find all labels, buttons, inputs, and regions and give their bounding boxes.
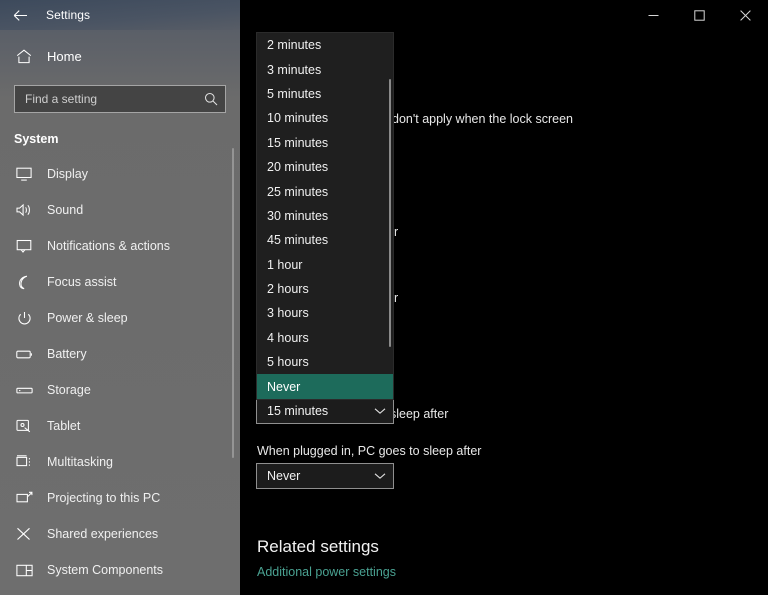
sidebar-item-label: Shared experiences xyxy=(47,527,159,541)
dropdown-option[interactable]: 3 hours xyxy=(257,301,393,325)
notification-icon xyxy=(14,236,34,256)
sidebar-item-storage[interactable]: Storage xyxy=(0,372,240,408)
sidebar-item-battery[interactable]: Battery xyxy=(0,336,240,372)
chevron-down-icon xyxy=(374,407,386,415)
sleep-battery-label-fragment: sleep after xyxy=(390,407,449,421)
sidebar-item-label: Projecting to this PC xyxy=(47,491,161,505)
sidebar: Home System Display xyxy=(0,30,240,595)
dropdown-option[interactable]: 5 minutes xyxy=(257,82,393,106)
dropdown-option[interactable]: 5 hours xyxy=(257,350,393,374)
dropdown-option[interactable]: 2 minutes xyxy=(257,33,393,57)
sidebar-item-label: Focus assist xyxy=(47,275,117,289)
dropdown-option[interactable]: 1 hour xyxy=(257,253,393,277)
shared-experiences-icon xyxy=(14,524,34,544)
sidebar-item-notifications-actions[interactable]: Notifications & actions xyxy=(0,228,240,264)
minimize-button[interactable] xyxy=(630,0,676,30)
sidebar-section-title: System xyxy=(14,132,59,146)
home-icon xyxy=(14,46,34,66)
sidebar-item-label: Power & sleep xyxy=(47,311,128,325)
dropdown-option[interactable]: 45 minutes xyxy=(257,228,393,252)
projecting-icon xyxy=(14,488,34,508)
dropdown-option[interactable]: 10 minutes xyxy=(257,106,393,130)
title-bar-left: Settings xyxy=(0,0,240,30)
arrow-left-icon xyxy=(13,9,28,22)
dropdown-option[interactable]: 4 hours xyxy=(257,326,393,350)
sidebar-item-label: Sound xyxy=(47,203,84,217)
sidebar-nav-list: Display Sound Notifications & actions Fo… xyxy=(0,156,240,588)
dropdown-option[interactable]: 2 hours xyxy=(257,277,393,301)
close-icon xyxy=(739,9,751,21)
lock-screen-note: don't apply when the lock screen xyxy=(392,112,573,126)
sleep-timeout-dropdown-list[interactable]: 2 minutes 3 minutes 5 minutes 10 minutes 15 … xyxy=(256,32,394,400)
dropdown-option[interactable]: 20 minutes xyxy=(257,155,393,179)
window-controls xyxy=(240,0,768,30)
speaker-icon xyxy=(14,200,34,220)
search-box[interactable] xyxy=(14,85,226,113)
moon-icon xyxy=(14,272,34,292)
dropdown-option[interactable]: 15 minutes xyxy=(257,131,393,155)
sidebar-item-system-components[interactable]: System Components xyxy=(0,552,240,588)
back-button[interactable] xyxy=(0,0,40,30)
sleep-on-battery-combobox[interactable]: 15 minutes xyxy=(256,398,394,424)
multitasking-icon xyxy=(14,452,34,472)
sidebar-item-label: Battery xyxy=(47,347,87,361)
sidebar-item-power-sleep[interactable]: Power & sleep xyxy=(0,300,240,336)
close-button[interactable] xyxy=(722,0,768,30)
system-components-icon xyxy=(14,560,34,580)
sidebar-home-label: Home xyxy=(47,48,82,64)
monitor-icon xyxy=(14,164,34,184)
battery-icon xyxy=(14,344,34,364)
sidebar-item-label: System Components xyxy=(47,563,164,577)
plugged-sleep-label: When plugged in, PC goes to sleep after xyxy=(257,444,482,458)
maximize-button[interactable] xyxy=(676,0,722,30)
sidebar-item-shared-experiences[interactable]: Shared experiences xyxy=(0,516,240,552)
title-bar: Settings xyxy=(0,0,768,30)
sidebar-item-tablet[interactable]: Tablet xyxy=(0,408,240,444)
dropdown-option[interactable]: 3 minutes xyxy=(257,57,393,81)
combobox-value: 15 minutes xyxy=(267,404,329,418)
sidebar-item-multitasking[interactable]: Multitasking xyxy=(0,444,240,480)
sidebar-item-display[interactable]: Display xyxy=(0,156,240,192)
sidebar-scrollbar[interactable] xyxy=(232,148,234,458)
additional-power-settings-link[interactable]: Additional power settings xyxy=(257,565,396,579)
dropdown-option[interactable]: Never xyxy=(257,374,393,399)
sidebar-item-label: Notifications & actions xyxy=(47,239,170,253)
search-input[interactable] xyxy=(25,92,204,106)
sidebar-item-projecting-to-this-pc[interactable]: Projecting to this PC xyxy=(0,480,240,516)
window-title: Settings xyxy=(46,8,91,22)
sleep-when-plugged-in-combobox[interactable]: Never xyxy=(256,463,394,489)
related-settings-heading: Related settings xyxy=(257,537,379,556)
chevron-down-icon xyxy=(374,472,386,480)
storage-icon xyxy=(14,380,34,400)
combobox-value: Never xyxy=(267,469,301,483)
search-icon xyxy=(204,92,218,106)
sidebar-item-label: Tablet xyxy=(47,419,81,433)
sidebar-item-label: Display xyxy=(47,167,88,181)
dropdown-scrollbar-thumb[interactable] xyxy=(389,79,391,347)
tablet-icon xyxy=(14,416,34,436)
maximize-icon xyxy=(693,9,705,21)
dropdown-option[interactable]: 30 minutes xyxy=(257,204,393,228)
sidebar-item-focus-assist[interactable]: Focus assist xyxy=(0,264,240,300)
sidebar-item-label: Multitasking xyxy=(47,455,113,469)
settings-window: Settings Home Find a setting System Disp… xyxy=(0,0,768,595)
sidebar-item-sound[interactable]: Sound xyxy=(0,192,240,228)
minimize-icon xyxy=(648,10,659,21)
dropdown-option[interactable]: 25 minutes xyxy=(257,179,393,203)
sidebar-item-label: Storage xyxy=(47,383,91,397)
power-icon xyxy=(14,308,34,328)
sidebar-item-home[interactable]: Home xyxy=(0,43,240,69)
